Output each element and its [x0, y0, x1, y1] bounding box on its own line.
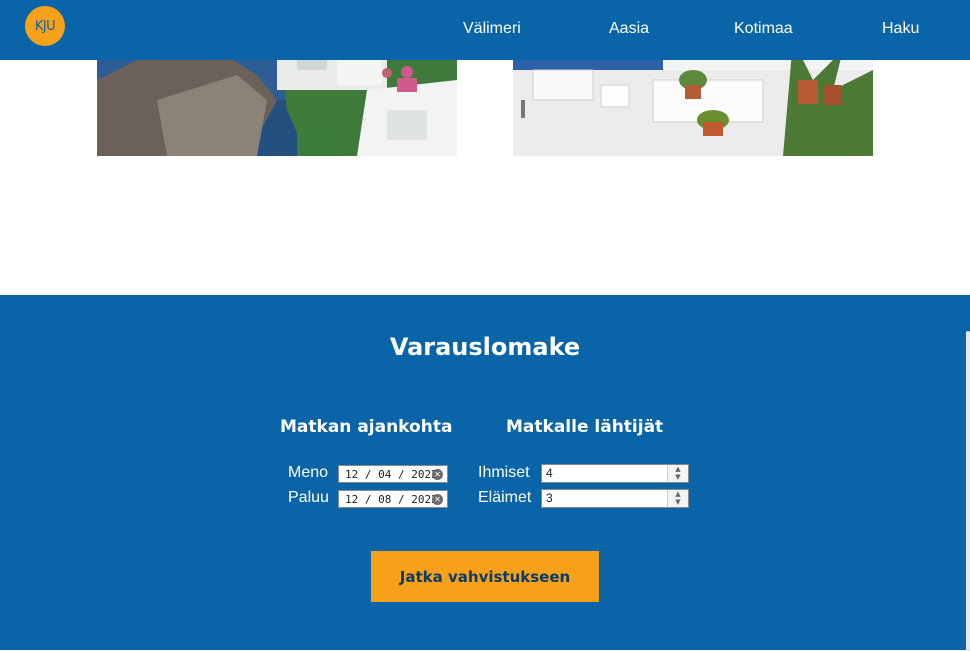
- depart-date-value: 12 / 04 / 2022: [345, 468, 438, 481]
- people-count-value: 4: [546, 466, 553, 480]
- spinner-icon[interactable]: ▲ ▼: [667, 465, 688, 482]
- dates-heading: Matkan ajankohta: [280, 417, 453, 437]
- return-label: Paluu: [288, 489, 329, 506]
- animals-count-value: 3: [546, 491, 553, 505]
- nav-link-haku[interactable]: Haku: [882, 20, 919, 38]
- depart-label: Meno: [288, 464, 329, 481]
- clear-icon[interactable]: ✕: [432, 469, 443, 480]
- return-date-value: 12 / 08 / 2022: [345, 493, 438, 506]
- travellers-heading: Matkalle lähtijät: [506, 417, 664, 437]
- site-logo[interactable]: KJU: [25, 6, 65, 46]
- animals-count-input[interactable]: 3 ▲ ▼: [541, 489, 689, 508]
- animals-label: Eläimet: [478, 489, 532, 506]
- top-navigation: KJU Välimeri Aasia Kotimaa Haku: [0, 0, 970, 60]
- logo-text: KJU: [34, 18, 56, 34]
- booking-form-section: Varauslomake Matkan ajankohta Matkalle l…: [0, 295, 970, 651]
- people-count-input[interactable]: 4 ▲ ▼: [541, 464, 689, 483]
- continue-to-confirmation-button[interactable]: Jatka vahvistukseen: [371, 551, 599, 602]
- people-label: Ihmiset: [478, 464, 530, 481]
- scrollbar[interactable]: [966, 331, 970, 651]
- clear-icon[interactable]: ✕: [432, 494, 443, 505]
- nav-link-valimeri[interactable]: Välimeri: [463, 20, 521, 38]
- nav-link-kotimaa[interactable]: Kotimaa: [734, 20, 793, 38]
- return-date-input[interactable]: 12 / 08 / 2022 ✕: [338, 490, 448, 508]
- depart-date-input[interactable]: 12 / 04 / 2022 ✕: [338, 465, 448, 483]
- form-title: Varauslomake: [389, 333, 581, 361]
- spinner-icon[interactable]: ▲ ▼: [667, 490, 688, 507]
- nav-link-aasia[interactable]: Aasia: [609, 20, 649, 38]
